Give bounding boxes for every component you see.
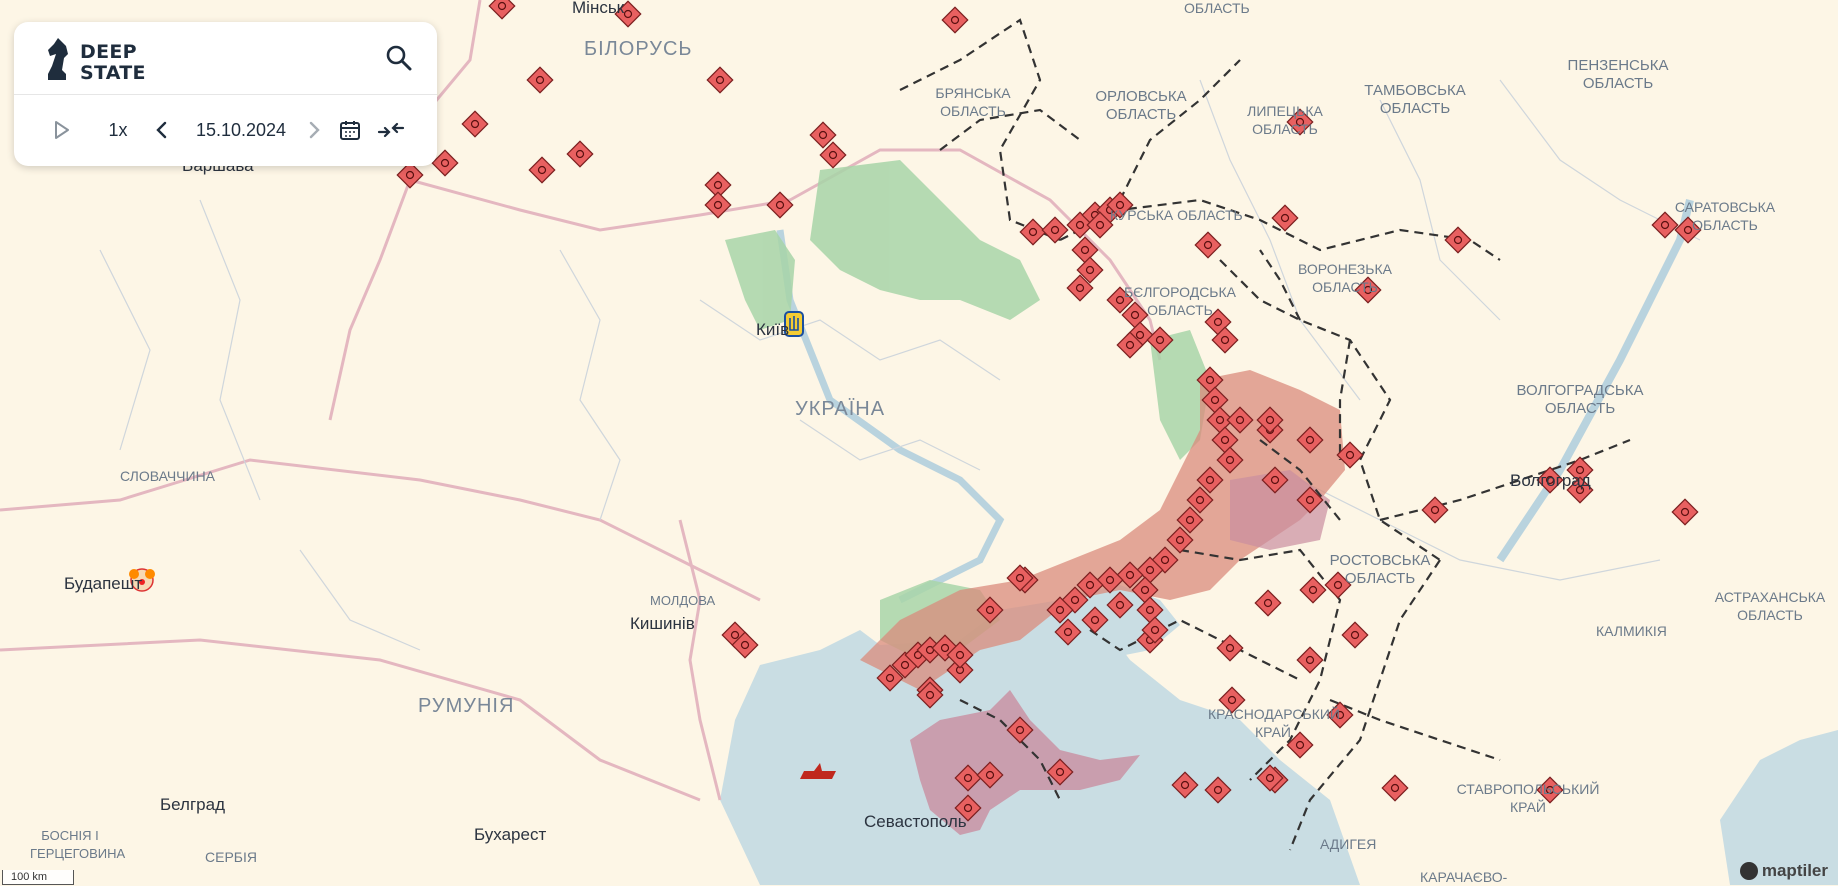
city-volgograd[interactable]: Волгоград <box>1510 472 1591 490</box>
label-adygea: АДИГЕЯ <box>1320 836 1377 852</box>
label-romania: РУМУНІЯ <box>418 695 515 717</box>
label-karachay: КАРАЧАЄВО- <box>1420 869 1508 885</box>
label-kalmykia: КАЛМИКІЯ <box>1596 623 1667 639</box>
next-date-button[interactable] <box>300 114 328 146</box>
timeline-controls: 1x 15.10.2024 <box>14 94 437 166</box>
city-bucharest[interactable]: Бухарест <box>474 826 546 844</box>
calendar-button[interactable] <box>334 114 366 146</box>
knight-icon <box>48 38 68 80</box>
label-slovakia: СЛОВАЧЧИНА <box>120 468 216 484</box>
collapse-arrows-icon <box>377 122 405 138</box>
label-krasnodar: КРАСНОДАРСЬКИЙ КРАЙ <box>1208 706 1340 740</box>
label-volgograd: ВОЛГОГРАДСЬКА ОБЛАСТЬ <box>1516 382 1644 417</box>
label-voronezh: ВОРОНЕЗЬКА ОБЛАСТЬ <box>1298 261 1392 295</box>
label-bryansk: БРЯНСЬКА ОБЛАСТЬ <box>935 85 1011 119</box>
label-rostov: РОСТОВСЬКА ОБЛАСТЬ <box>1329 552 1431 587</box>
label-tambov: ТАМБОВСЬКА ОБЛАСТЬ <box>1364 82 1466 117</box>
play-button[interactable] <box>48 114 76 146</box>
search-icon <box>386 45 412 71</box>
label-moldova: МОЛДОВА <box>650 593 716 608</box>
label-oryol: ОРЛОВСЬКА ОБЛАСТЬ <box>1095 88 1187 123</box>
label-penza: ПЕНЗЕНСЬКА ОБЛАСТЬ <box>1567 57 1669 92</box>
chevron-right-icon <box>309 121 320 139</box>
city-kyiv[interactable]: Київ <box>756 321 789 339</box>
scale-bar: 100 km <box>2 870 74 885</box>
city-chisinau[interactable]: Кишинів <box>630 615 695 633</box>
deepstate-logo[interactable]: DEEP STATE <box>42 34 182 84</box>
city-sevastopol[interactable]: Севастополь <box>864 813 967 831</box>
search-button[interactable] <box>383 42 415 74</box>
attribution-text: maptiler <box>1761 861 1828 880</box>
label-stavropol: СТАВРОПОЛЬСЬКИЙ КРАЙ <box>1456 781 1600 815</box>
label-saratov: САРАТОВСЬКА ОБЛАСТЬ <box>1674 199 1776 233</box>
label-kursk: КУРСЬКА ОБЛАСТЬ <box>1110 207 1243 223</box>
panel-header: DEEP STATE <box>14 22 437 95</box>
date-display[interactable]: 15.10.2024 <box>182 114 300 146</box>
label-oblast-top: ОБЛАСТЬ <box>1184 0 1250 16</box>
label-ukraine: УКРАЇНА <box>795 398 886 420</box>
control-panel: DEEP STATE 1x 15.10.2024 <box>14 22 437 166</box>
brand-text: DEEP STATE <box>80 42 146 84</box>
label-astrakhan: АСТРАХАНСЬКА ОБЛАСТЬ <box>1714 589 1826 623</box>
label-belarus: БІЛОРУСЬ <box>584 38 693 60</box>
speed-button[interactable]: 1x <box>94 114 142 146</box>
city-minsk[interactable]: Мінськ <box>572 0 624 17</box>
compare-button[interactable] <box>374 114 408 146</box>
prev-date-button[interactable] <box>148 114 176 146</box>
label-lipetsk: ЛИПЕЦЬКА ОБЛАСТЬ <box>1247 103 1323 137</box>
brand-line2: STATE <box>80 62 146 84</box>
chevron-left-icon <box>156 121 167 139</box>
maptiler-logo-icon <box>1739 862 1758 880</box>
brand-line1: DEEP <box>80 41 137 63</box>
label-bosnia: БОСНІЯ І ГЕРЦЕГОВИНА <box>30 828 126 861</box>
play-icon <box>55 121 69 139</box>
city-budapest[interactable]: Будапешт <box>64 575 142 593</box>
label-belgorod: БЄЛГОРОДСЬКА ОБЛАСТЬ <box>1123 284 1236 318</box>
city-belgrade[interactable]: Белград <box>160 796 225 814</box>
label-serbia: СЕРБІЯ <box>205 849 257 865</box>
calendar-icon <box>340 121 360 140</box>
maptiler-attribution[interactable]: maptiler <box>1739 861 1828 881</box>
